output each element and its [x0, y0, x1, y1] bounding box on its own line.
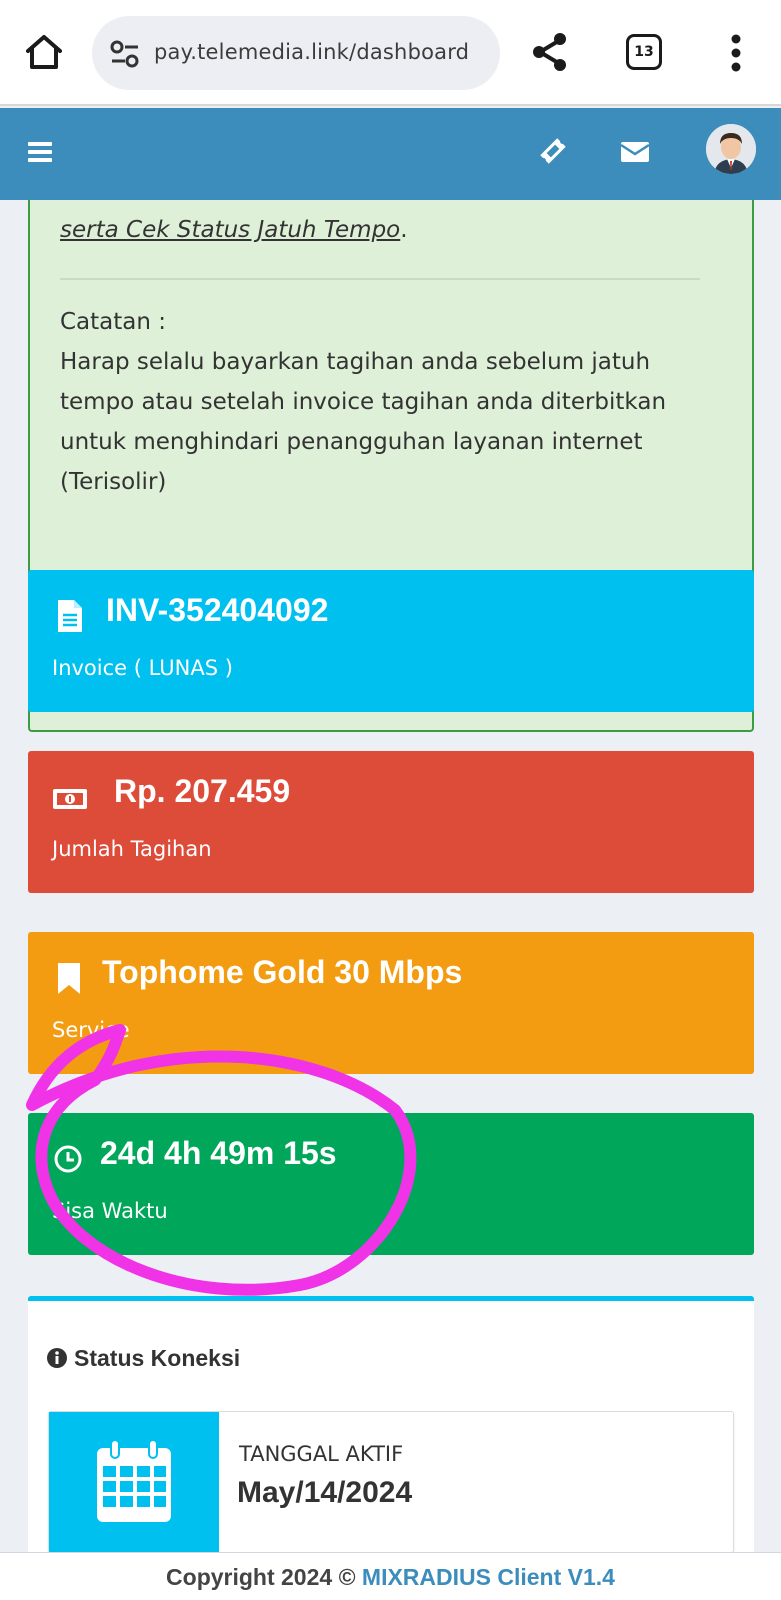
clock-icon: [54, 1145, 82, 1173]
invoice-status: Invoice ( LUNAS ): [52, 656, 233, 680]
page-footer: Copyright 2024 © MIXRADIUS Client V1.4: [0, 1552, 781, 1600]
dashboard-content: serta Cek Status Jatuh Tempo. Catatan : …: [0, 200, 781, 1552]
app-header: [0, 108, 781, 200]
home-icon[interactable]: [22, 30, 66, 74]
copyright-text: Copyright 2024 ©: [166, 1564, 356, 1590]
invoice-box[interactable]: INV-352404092 Invoice ( LUNAS ): [28, 570, 754, 712]
url-text[interactable]: pay.telemedia.link/dashboard: [154, 40, 469, 64]
money-bill-icon: [53, 789, 87, 809]
amount-label: Jumlah Tagihan: [52, 837, 212, 861]
note-body: Harap selalu bayarkan tagihan anda sebel…: [60, 349, 667, 495]
share-icon[interactable]: [528, 30, 572, 74]
note-title: Catatan :: [60, 309, 167, 335]
info-circle-icon: [47, 1348, 67, 1368]
remaining-time-value: 24d 4h 49m 15s: [100, 1135, 337, 1171]
active-date-infobox: TANGGAL AKTIF May/14/2024: [48, 1411, 734, 1552]
callout-intro: serta Cek Status Jatuh Tempo.: [60, 217, 408, 243]
address-bar[interactable]: pay.telemedia.link/dashboard: [92, 16, 500, 90]
active-date-value: May/14/2024: [237, 1476, 413, 1509]
service-name: Tophome Gold 30 Mbps: [102, 954, 463, 990]
ticket-icon[interactable]: [538, 136, 568, 166]
active-date-label: TANGGAL AKTIF: [239, 1442, 404, 1466]
remaining-time-box[interactable]: 24d 4h 49m 15s Sisa Waktu: [28, 1113, 754, 1255]
connection-status-panel: Status Koneksi TANGGAL AKTIF May/14/2024: [28, 1296, 754, 1552]
site-settings-icon[interactable]: [110, 40, 140, 68]
amount-value: Rp. 207.459: [114, 773, 291, 809]
more-options-icon[interactable]: [716, 32, 756, 74]
panel-title: Status Koneksi: [46, 1345, 240, 1372]
file-text-icon: [58, 600, 82, 632]
service-label: Service: [52, 1018, 130, 1042]
menu-icon[interactable]: [28, 142, 52, 162]
tab-switcher-button[interactable]: 13: [626, 34, 662, 70]
browser-toolbar: pay.telemedia.link/dashboard 13: [0, 0, 781, 106]
service-box[interactable]: Tophome Gold 30 Mbps Service: [28, 932, 754, 1074]
callout-divider: [60, 278, 700, 280]
amount-box[interactable]: Rp. 207.459 Jumlah Tagihan: [28, 751, 754, 893]
check-due-status-link[interactable]: serta Cek Status Jatuh Tempo: [60, 217, 400, 243]
user-avatar[interactable]: [706, 124, 756, 174]
envelope-icon[interactable]: [620, 140, 650, 164]
bookmark-icon: [58, 963, 80, 994]
brand-link[interactable]: MIXRADIUS Client V1.4: [362, 1564, 615, 1590]
remaining-time-label: Sisa Waktu: [52, 1199, 168, 1223]
invoice-number: INV-352404092: [106, 592, 329, 628]
calendar-icon: [97, 1439, 171, 1522]
